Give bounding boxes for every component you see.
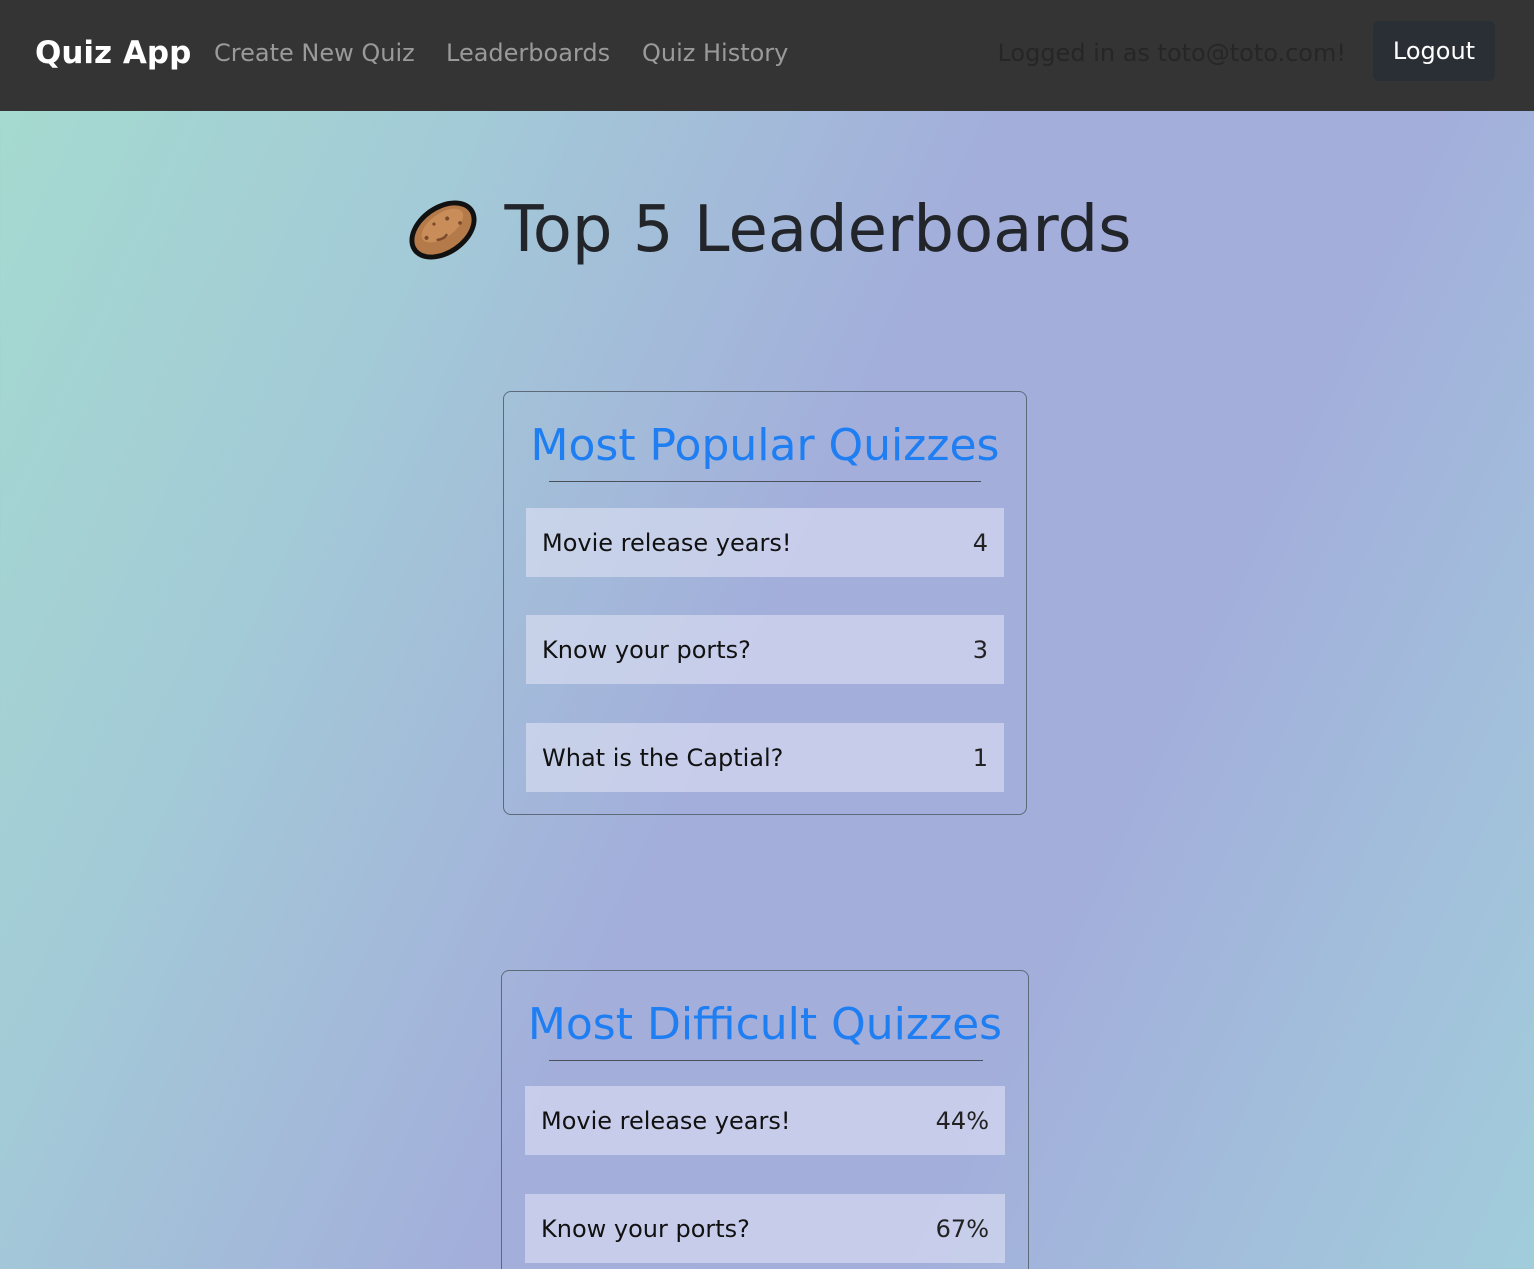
nav-create-new-quiz[interactable]: Create New Quiz [214,33,415,73]
nav-quiz-history[interactable]: Quiz History [642,33,788,73]
brand-link[interactable]: Quiz App [35,30,191,76]
quiz-name: Know your ports? [542,635,751,664]
list-item[interactable]: Know your ports? 3 [526,615,1004,684]
page-header: Top 5 Leaderboards [0,180,1534,280]
list-item[interactable]: Know your ports? 67% [525,1194,1005,1263]
quiz-name: Know your ports? [541,1214,750,1243]
most-difficult-card: Most Difficult Quizzes Movie release yea… [501,970,1029,1269]
list-item[interactable]: Movie release years! 44% [525,1086,1005,1155]
quiz-count: 3 [972,635,988,664]
quiz-name: Movie release years! [541,1106,791,1135]
logout-button[interactable]: Logout [1373,21,1495,81]
page-title: Top 5 Leaderboards [504,193,1132,267]
title-divider [549,481,981,482]
quiz-name: Movie release years! [542,528,792,557]
quiz-count: 1 [972,743,988,772]
title-divider [549,1060,983,1061]
quiz-count: 4 [972,528,988,557]
quiz-name: What is the Captial? [542,743,784,772]
most-difficult-title: Most Difficult Quizzes [527,999,1003,1050]
logged-in-text: Logged in as toto@toto.com! [997,39,1346,67]
most-popular-title: Most Popular Quizzes [530,420,1000,471]
potato-icon [408,200,477,260]
list-item[interactable]: What is the Captial? 1 [526,723,1004,792]
list-item[interactable]: Movie release years! 4 [526,508,1004,577]
nav-leaderboards[interactable]: Leaderboards [446,33,610,73]
quiz-percent: 67% [935,1214,989,1243]
quiz-percent: 44% [935,1106,989,1135]
most-popular-card: Most Popular Quizzes Movie release years… [503,391,1027,815]
navbar: Quiz App Create New Quiz Leaderboards Qu… [0,0,1534,111]
